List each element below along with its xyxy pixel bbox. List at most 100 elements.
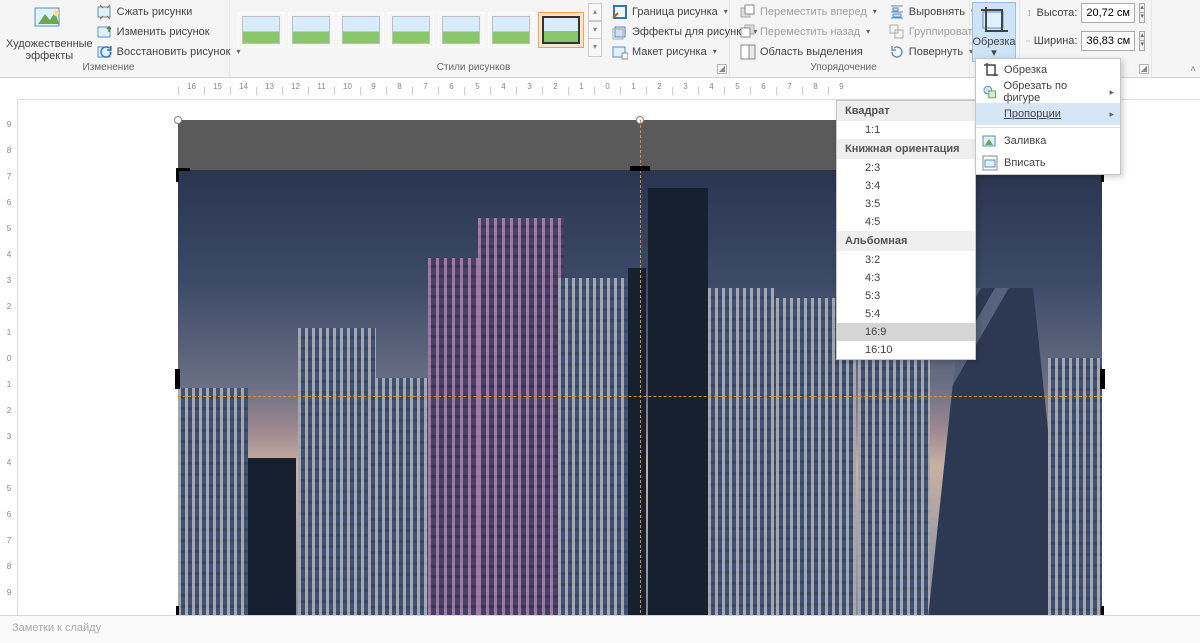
aspect-portrait-header: Книжная ориентация xyxy=(837,139,975,159)
picture-styles-gallery[interactable]: ▴▾▾ xyxy=(236,2,602,58)
group-icon xyxy=(889,24,905,40)
change-picture-label: Изменить рисунок xyxy=(117,26,210,38)
aspect-square-header: Квадрат xyxy=(837,101,975,121)
aspect-opt-3-5[interactable]: 3:5 xyxy=(837,195,975,213)
reset-icon xyxy=(97,44,113,60)
group-styles-label: Стили рисунков xyxy=(230,60,717,77)
artistic-effects-label: Художественные эффекты xyxy=(6,38,93,62)
crop-menu-crop[interactable]: Обрезка xyxy=(976,59,1120,81)
crop-item-icon xyxy=(982,62,998,78)
aspect-opt-2-3[interactable]: 2:3 xyxy=(837,159,975,177)
aspect-opt-3-4[interactable]: 3:4 xyxy=(837,177,975,195)
menu-separator xyxy=(976,127,1120,128)
group-label: Группировать xyxy=(909,26,979,38)
aspect-item-label: Пропорции xyxy=(1004,108,1061,120)
crop-menu-aspect[interactable]: Пропорции xyxy=(976,103,1120,125)
aspect-opt-5-3[interactable]: 5:3 xyxy=(837,287,975,305)
crop-handle-top[interactable] xyxy=(630,166,650,171)
compress-pictures-button[interactable]: Сжать рисунки xyxy=(93,2,245,21)
style-thumb[interactable] xyxy=(238,12,284,48)
aspect-opt-4-3[interactable]: 4:3 xyxy=(837,269,975,287)
compress-label: Сжать рисунки xyxy=(117,6,193,18)
style-thumb[interactable] xyxy=(438,12,484,48)
aspect-opt-5-4[interactable]: 5:4 xyxy=(837,305,975,323)
compress-icon xyxy=(97,4,113,20)
vertical-guide xyxy=(640,120,641,615)
fill-item-icon xyxy=(982,133,998,149)
crop-handle-bl[interactable] xyxy=(176,606,179,615)
crop-handle-tl[interactable] xyxy=(176,168,179,182)
aspect-landscape-header: Альбомная xyxy=(837,231,975,251)
height-input[interactable] xyxy=(1081,3,1135,23)
layout-icon xyxy=(612,44,628,60)
forward-label: Переместить вперед xyxy=(760,6,867,18)
selection-handle[interactable] xyxy=(174,116,182,124)
width-input[interactable] xyxy=(1081,31,1135,51)
reset-picture-button[interactable]: Восстановить рисунок ▾ xyxy=(93,42,245,61)
style-thumb[interactable] xyxy=(488,12,534,48)
crop-item-label: Обрезка xyxy=(1004,64,1047,76)
aspect-opt-16-10[interactable]: 16:10 xyxy=(837,341,975,359)
selection-pane-button[interactable]: Область выделения xyxy=(736,42,881,61)
vertical-ruler: 9876543210123456789 xyxy=(0,100,18,615)
crop-menu-fill[interactable]: Заливка xyxy=(976,130,1120,152)
align-label: Выровнять xyxy=(909,6,965,18)
gallery-scroll[interactable]: ▴▾▾ xyxy=(588,3,602,57)
style-thumb[interactable] xyxy=(288,12,334,48)
align-icon xyxy=(889,4,905,20)
height-spinner[interactable]: ▴▾ xyxy=(1139,3,1145,23)
border-icon xyxy=(612,4,628,20)
notes-placeholder: Заметки к слайду xyxy=(12,622,101,634)
backward-label: Переместить назад xyxy=(760,26,860,38)
send-backward-icon xyxy=(740,24,756,40)
selection-pane-icon xyxy=(740,44,756,60)
group-arrange-label: Упорядочение xyxy=(730,60,957,77)
fill-item-label: Заливка xyxy=(1004,135,1046,147)
crop-handle-br[interactable] xyxy=(1101,606,1104,615)
crop-button[interactable]: Обрезка▾ xyxy=(972,2,1016,62)
horizontal-guide xyxy=(178,396,1102,397)
group-picture-styles: ▴▾▾ Граница рисунка▾ Эффекты для рисунка… xyxy=(230,0,730,77)
aspect-opt-1-1[interactable]: 1:1 xyxy=(837,121,975,139)
rotate-icon xyxy=(889,44,905,60)
group-arrange: Переместить вперед▾ Переместить назад▾ О… xyxy=(730,0,970,77)
aspect-opt-4-5[interactable]: 4:5 xyxy=(837,213,975,231)
crop-menu-fit[interactable]: Вписать xyxy=(976,152,1120,174)
aspect-ratio-submenu: Квадрат 1:1 Книжная ориентация 2:3 3:4 3… xyxy=(836,100,976,360)
style-thumb[interactable] xyxy=(338,12,384,48)
width-label: Ширина: xyxy=(1034,35,1078,47)
change-picture-icon xyxy=(97,24,113,40)
group-adjust: Художественные эффекты Сжать рисунки Изм… xyxy=(0,0,230,77)
crop-label: Обрезка xyxy=(972,36,1015,48)
reset-label: Восстановить рисунок xyxy=(117,46,231,58)
width-icon xyxy=(1026,33,1030,49)
style-thumb[interactable] xyxy=(388,12,434,48)
group-adjust-label: Изменение xyxy=(0,60,217,77)
crop-handle-right[interactable] xyxy=(1100,369,1105,389)
crop-handle-left[interactable] xyxy=(175,369,180,389)
height-label: Высота: xyxy=(1036,7,1077,19)
artistic-effects-button[interactable]: Художественные эффекты xyxy=(6,2,93,62)
style-thumb-selected[interactable] xyxy=(538,12,584,48)
notes-pane[interactable]: Заметки к слайду xyxy=(0,615,1200,643)
crop-menu-shape[interactable]: Обрезать по фигуре xyxy=(976,81,1120,103)
send-backward-button: Переместить назад▾ xyxy=(736,22,881,41)
aspect-opt-3-2[interactable]: 3:2 xyxy=(837,251,975,269)
border-label: Граница рисунка xyxy=(632,6,718,18)
shape-item-label: Обрезать по фигуре xyxy=(1003,80,1103,104)
width-spinner[interactable]: ▴▾ xyxy=(1139,31,1145,51)
effects-icon xyxy=(612,24,628,40)
layout-label: Макет рисунка xyxy=(632,46,707,58)
bring-forward-icon xyxy=(740,4,756,20)
crop-icon xyxy=(978,5,1010,37)
fit-item-label: Вписать xyxy=(1004,157,1046,169)
size-dialog-launcher[interactable]: ◢ xyxy=(1139,64,1149,74)
styles-dialog-launcher[interactable]: ◢ xyxy=(717,64,727,74)
selpane-label: Область выделения xyxy=(760,46,863,58)
change-picture-button[interactable]: Изменить рисунок xyxy=(93,22,245,41)
collapse-ribbon-button[interactable]: ˄ xyxy=(1190,64,1196,75)
crop-dropdown-menu: Обрезка Обрезать по фигуре Пропорции Зал… xyxy=(975,58,1121,175)
shape-item-icon xyxy=(982,84,997,100)
aspect-opt-16-9[interactable]: 16:9 xyxy=(837,323,975,341)
height-icon xyxy=(1026,5,1032,21)
